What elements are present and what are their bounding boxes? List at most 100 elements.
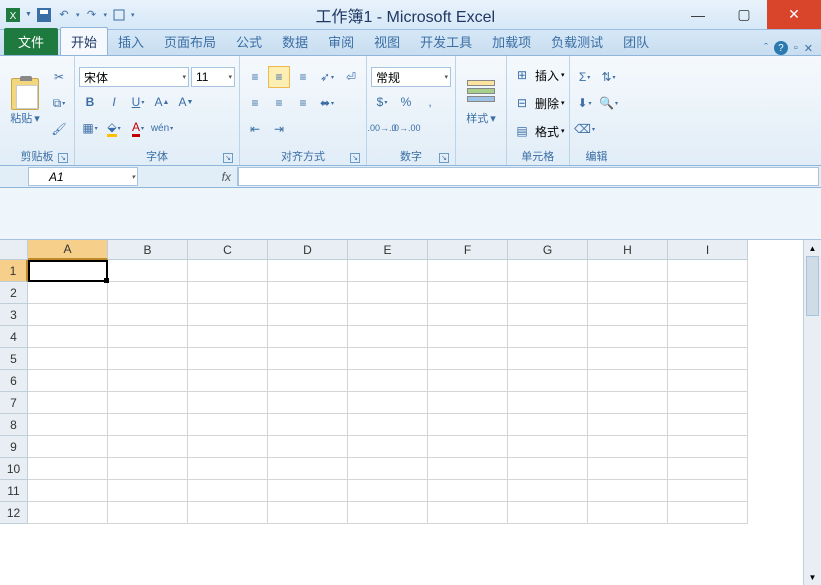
cell[interactable] [268,458,348,480]
cell[interactable] [668,326,748,348]
font-name-combo[interactable]: 宋体▾ [79,67,189,87]
cell[interactable] [668,304,748,326]
column-header[interactable]: E [348,240,428,260]
cell[interactable] [108,370,188,392]
font-launcher[interactable]: ↘ [223,153,233,163]
cell[interactable] [668,392,748,414]
cell[interactable] [108,326,188,348]
cell[interactable] [188,282,268,304]
row-header[interactable]: 4 [0,326,28,348]
row-header[interactable]: 8 [0,414,28,436]
cell[interactable] [108,436,188,458]
cell[interactable] [188,480,268,502]
row-header[interactable]: 10 [0,458,28,480]
column-header[interactable]: B [108,240,188,260]
autosum-icon[interactable]: Σ▾ [574,66,596,88]
align-right-icon[interactable]: ≡ [292,92,314,114]
close-button[interactable]: ✕ [767,0,821,29]
cell[interactable] [348,502,428,524]
align-bottom-icon[interactable]: ≡ [292,66,314,88]
cell[interactable] [588,392,668,414]
italic-button[interactable]: I [103,91,125,113]
cell[interactable] [28,458,108,480]
name-box[interactable]: A1▾ [28,167,138,186]
decrease-font-icon[interactable]: A▼ [175,91,197,113]
help-icon[interactable]: ? [774,41,788,55]
decrease-indent-icon[interactable]: ⇤ [244,118,266,140]
vertical-scrollbar[interactable]: ▲ ▼ [803,240,821,585]
align-top-icon[interactable]: ≡ [244,66,266,88]
font-size-combo[interactable]: 11▾ [191,67,235,87]
column-header[interactable]: F [428,240,508,260]
cell[interactable] [108,458,188,480]
cell[interactable] [508,326,588,348]
save-icon[interactable] [35,6,53,24]
cell[interactable] [268,304,348,326]
cell[interactable] [188,436,268,458]
row-header[interactable]: 5 [0,348,28,370]
cell[interactable] [348,392,428,414]
cell[interactable] [268,348,348,370]
increase-indent-icon[interactable]: ⇥ [268,118,290,140]
tab-team[interactable]: 团队 [613,28,659,55]
cell[interactable] [428,260,508,282]
sort-filter-icon[interactable]: ⇅▾ [598,66,620,88]
cell[interactable] [348,348,428,370]
cell[interactable] [28,392,108,414]
cell[interactable] [108,502,188,524]
column-header[interactable]: H [588,240,668,260]
cell[interactable] [108,282,188,304]
cell[interactable] [348,370,428,392]
cell[interactable] [188,392,268,414]
orientation-icon[interactable]: ➶▾ [316,66,338,88]
cell[interactable] [508,348,588,370]
cell[interactable] [668,458,748,480]
tab-home[interactable]: 开始 [60,27,108,55]
fill-color-button[interactable]: ⬙▾ [103,117,125,139]
underline-button[interactable]: U▾ [127,91,149,113]
tab-loadtest[interactable]: 负载测试 [541,28,613,55]
cell[interactable] [588,304,668,326]
cell[interactable] [588,414,668,436]
cell[interactable] [588,458,668,480]
tab-addins[interactable]: 加载项 [482,28,541,55]
cell[interactable] [188,502,268,524]
cell[interactable] [188,260,268,282]
cell[interactable] [428,282,508,304]
tab-view[interactable]: 视图 [364,28,410,55]
column-header[interactable]: A [28,240,108,260]
cell[interactable] [668,260,748,282]
maximize-button[interactable]: ▢ [721,0,767,29]
cell[interactable] [668,370,748,392]
cell[interactable] [508,304,588,326]
row-header[interactable]: 6 [0,370,28,392]
row-header[interactable]: 11 [0,480,28,502]
styles-button[interactable]: 样式▾ [460,59,502,147]
alignment-launcher[interactable]: ↘ [350,153,360,163]
row-header[interactable]: 2 [0,282,28,304]
clear-icon[interactable]: ⌫▾ [574,118,596,140]
cell[interactable] [428,458,508,480]
cell[interactable] [348,260,428,282]
cell[interactable] [348,480,428,502]
cell[interactable] [188,458,268,480]
insert-cells-button[interactable]: ⊞插入▾ [511,64,565,86]
cell[interactable] [508,370,588,392]
cell[interactable] [588,260,668,282]
clipboard-launcher[interactable]: ↘ [58,153,68,163]
cell[interactable] [28,326,108,348]
cell[interactable] [508,414,588,436]
cell[interactable] [668,502,748,524]
cell[interactable] [28,348,108,370]
paste-button[interactable]: 粘贴▾ [4,59,46,147]
formula-input[interactable] [238,167,819,186]
increase-decimal-icon[interactable]: .00→.0 [371,117,393,139]
cell[interactable] [588,326,668,348]
scroll-thumb[interactable] [806,256,819,316]
cell[interactable] [428,326,508,348]
close-workbook-icon[interactable]: ✕ [804,42,813,55]
format-painter-icon[interactable]: 🖌 [48,118,70,140]
column-header[interactable]: I [668,240,748,260]
redo-dropdown[interactable]: ▾ [102,11,108,19]
cell[interactable] [268,392,348,414]
